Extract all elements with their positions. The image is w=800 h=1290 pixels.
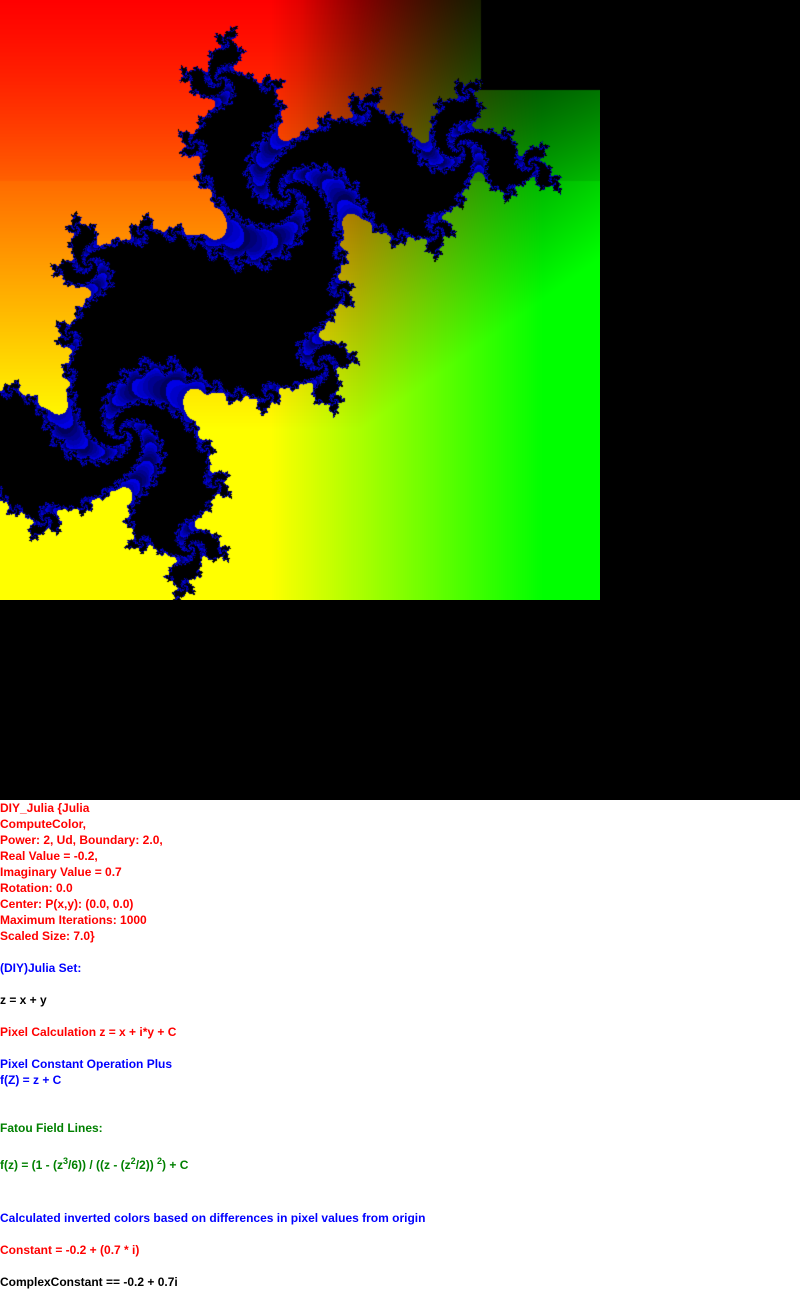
params-maxiter: Maximum Iterations: 1000: [0, 913, 147, 927]
params-rotation: Rotation: 0.0: [0, 881, 73, 895]
constant-expression: Constant = -0.2 + (0.7 * i): [0, 1243, 140, 1257]
complex-constant: ComplexConstant == -0.2 + 0.7i: [0, 1275, 178, 1289]
params-title: DIY_Julia {Julia: [0, 801, 90, 815]
fatou-formula: f(z) = (1 - (z3/6)) / ((z - (z2/2)) 2) +…: [0, 1156, 189, 1173]
params-power: Power: 2, Ud, Boundary: 2.0,: [0, 833, 163, 847]
params-imag: Imaginary Value = 0.7: [0, 865, 122, 879]
fatou-heading: Fatou Field Lines:: [0, 1121, 103, 1135]
julia-heading: (DIY)Julia Set:: [0, 961, 82, 975]
julia-fractal-canvas: [0, 0, 600, 600]
params-scaled: Scaled Size: 7.0}: [0, 929, 95, 943]
params-compute: ComputeColor,: [0, 817, 86, 831]
function-definition: f(Z) = z + C: [0, 1073, 62, 1087]
pixel-calculation: Pixel Calculation z = x + i*y + C: [0, 1025, 177, 1039]
render-area: [0, 0, 800, 800]
parameter-text-panel: DIY_Julia {Julia ComputeColor, Power: 2,…: [0, 800, 800, 1290]
params-center: Center: P(x,y): (0.0, 0.0): [0, 897, 134, 911]
z-definition: z = x + y: [0, 993, 47, 1007]
params-real: Real Value = -0.2,: [0, 849, 98, 863]
inverted-colors-note: Calculated inverted colors based on diff…: [0, 1211, 426, 1225]
constant-operation: Pixel Constant Operation Plus: [0, 1057, 173, 1071]
